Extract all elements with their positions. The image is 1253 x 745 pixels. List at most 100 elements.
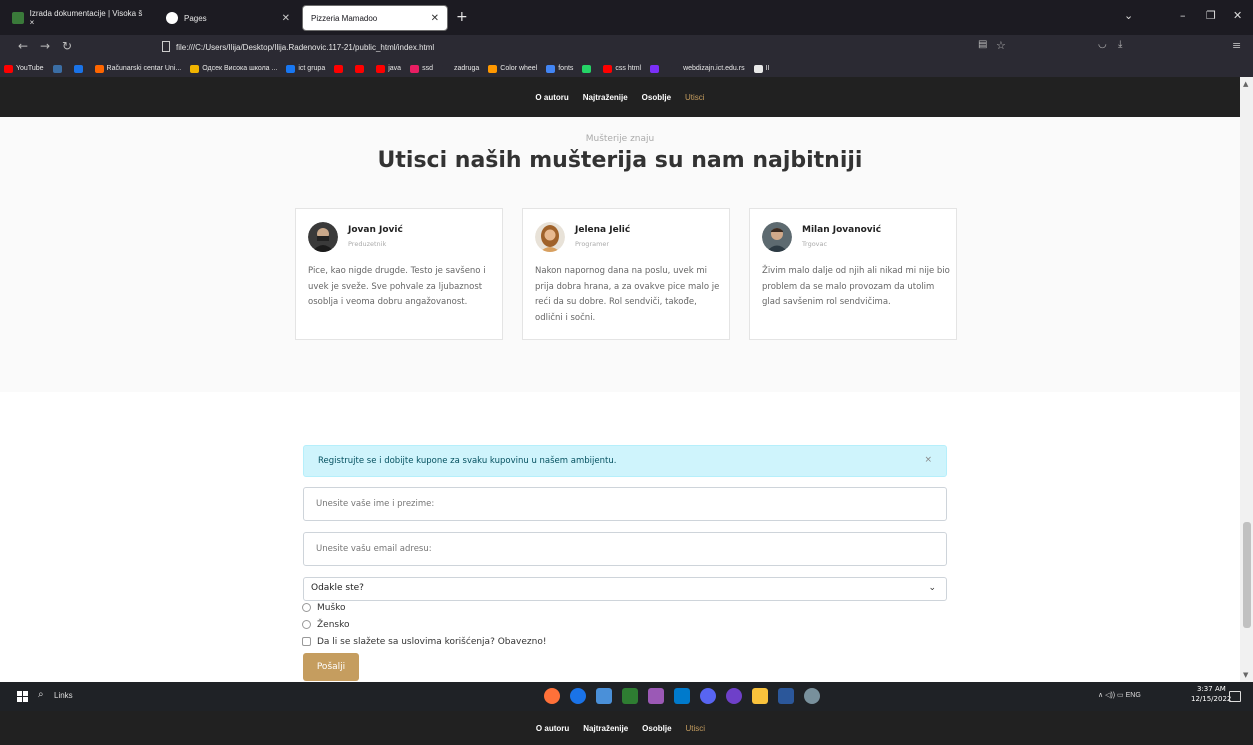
file-explorer-icon[interactable] [752,688,768,704]
notifications-icon[interactable] [1229,691,1241,702]
alert-close-icon[interactable]: × [924,455,932,465]
menu-icon[interactable]: ≡ [1232,39,1241,52]
radio-female-row[interactable]: Žensko [302,618,350,631]
radio-female[interactable] [302,620,311,629]
windows-start-icon[interactable] [17,691,28,702]
bookmark-item[interactable]: Одсек Висока школа ... [190,64,277,73]
minimize-icon[interactable]: – [1180,9,1186,22]
address-bar[interactable]: file:///C:/Users/Ilija/Desktop/Ilija.Rad… [156,37,1006,58]
back-icon[interactable]: ← [18,39,28,53]
bookmark-item[interactable]: css html [603,64,642,73]
chevron-down-icon: ⌄ [928,583,936,593]
bookmark-item[interactable]: ict grupa [286,64,325,73]
app-icon[interactable] [804,688,820,704]
close-tab-icon[interactable]: ✕ [431,13,439,24]
radio-male[interactable] [302,603,311,612]
bookmark-item[interactable]: Color wheel [488,64,538,73]
close-tab-icon[interactable]: ✕ [282,13,290,24]
bookmark-icon [603,64,613,73]
bookmark-item[interactable] [73,64,86,73]
reload-icon[interactable]: ↻ [62,39,72,53]
bookmark-star-icon[interactable]: ☆ [996,39,1006,52]
download-icon[interactable]: ⤓ [1118,39,1122,50]
vscode-icon[interactable] [674,688,690,704]
testimonial-card: Jelena Jelić Programer Nakon napornog da… [522,208,730,340]
bookmark-item[interactable] [52,64,65,73]
avatar [535,222,565,252]
tab-izrada-dokumentacije[interactable]: Izrada dokumentacije | Visoka š × [4,5,154,31]
nav-osoblje[interactable]: Osoblje [642,724,671,733]
testimonial-text: Živim malo dalje od njih ali nikad mi ni… [762,266,950,307]
reader-view-icon[interactable]: ▤ [978,39,987,50]
nav-najtrazenije[interactable]: Najtraženije [583,93,628,102]
nav-utisci[interactable]: Utisci [686,724,706,733]
bookmark-icon [4,64,13,73]
app-icon[interactable] [570,688,586,704]
bookmark-item[interactable]: YouTube [4,64,44,73]
nav-osoblje[interactable]: Osoblje [642,93,671,102]
tab-pizzeria-mamadoo[interactable]: Pizzeria Mamadoo ✕ [302,5,448,31]
nav-utisci[interactable]: Utisci [685,93,705,102]
bookmark-label: zadruga [453,65,480,72]
close-window-icon[interactable]: ✕ [1233,9,1242,22]
bookmark-item[interactable]: Računarski centar Uni... [94,64,182,73]
tab-label: Pages [184,13,207,23]
nav-najtrazenije[interactable]: Najtraženije [583,724,628,733]
avatar [762,222,792,252]
bookmark-item[interactable]: webdizajn.ict.edu.rs [671,64,745,73]
site-navbar: O autoru Najtraženije Osoblje Utisci [0,77,1240,117]
list-tabs-icon[interactable]: ⌄ [1124,9,1133,22]
location-select[interactable]: Odakle ste? ⌄ [303,577,947,601]
nav-o-autoru[interactable]: O autoru [535,93,568,102]
testimonial-name: Milan Jovanović [802,225,882,235]
testimonial-role: Trgovac [802,240,828,248]
terms-label: Da li se slažete sa uslovima korišćenja?… [317,636,547,647]
bookmark-icon [410,64,420,73]
alert-text: Registrujte se i dobijte kupone za svaku… [318,456,617,466]
visual-studio-icon[interactable] [648,688,664,704]
system-tray[interactable]: ∧ ◁)) ▭ ENG [1098,691,1141,699]
page-icon [162,41,170,52]
discord-icon[interactable] [700,688,716,704]
terms-row[interactable]: Da li se slažete sa uslovima korišćenja?… [302,635,546,648]
taskbar-search-label[interactable]: Links [54,691,73,700]
bookmark-label: css html [615,65,642,72]
bookmark-label: Color wheel [500,65,538,72]
forward-icon[interactable]: → [40,39,50,53]
app-icon[interactable] [596,688,612,704]
bookmark-label: ssd [422,65,433,72]
scroll-down-icon[interactable]: ▼ [1243,671,1248,679]
bookmark-label: II [765,65,770,72]
bookmark-item[interactable]: fonts [546,64,573,73]
bookmark-item[interactable] [334,64,346,73]
terms-checkbox[interactable] [302,637,311,646]
bookmark-item[interactable]: java [376,64,401,73]
bookmark-label: Računarski centar Uni... [106,65,182,72]
bookmark-item[interactable]: ssd [410,64,433,73]
info-alert: Registrujte se i dobijte kupone za svaku… [303,445,947,477]
search-icon[interactable]: ⌕ [38,689,44,700]
pocket-icon[interactable]: ◡ [1098,39,1107,50]
bookmark-item[interactable] [582,64,594,73]
scrollbar-thumb[interactable] [1243,522,1251,628]
word-icon[interactable] [778,688,794,704]
firefox-icon[interactable] [544,688,560,704]
restore-icon[interactable]: ❐ [1206,9,1216,22]
tab-pages[interactable]: Pages ✕ [158,5,298,31]
bookmark-icon [73,64,83,73]
bookmark-item[interactable] [650,64,662,73]
name-input[interactable] [303,487,947,521]
new-tab-icon[interactable]: + [456,9,468,25]
testimonial-role: Programer [575,240,610,248]
submit-button[interactable]: Pošalji [303,653,359,681]
app-icon[interactable] [622,688,638,704]
bookmark-item[interactable]: zadruga [441,64,480,73]
bookmark-item[interactable] [355,64,367,73]
email-input[interactable] [303,532,947,566]
nav-o-autoru[interactable]: O autoru [536,724,569,733]
radio-male-row[interactable]: Muško [302,601,346,614]
bookmark-item[interactable]: II [753,64,770,73]
scroll-up-icon[interactable]: ▲ [1243,80,1248,88]
bookmark-label: YouTube [16,65,44,72]
github-desktop-icon[interactable] [726,688,742,704]
